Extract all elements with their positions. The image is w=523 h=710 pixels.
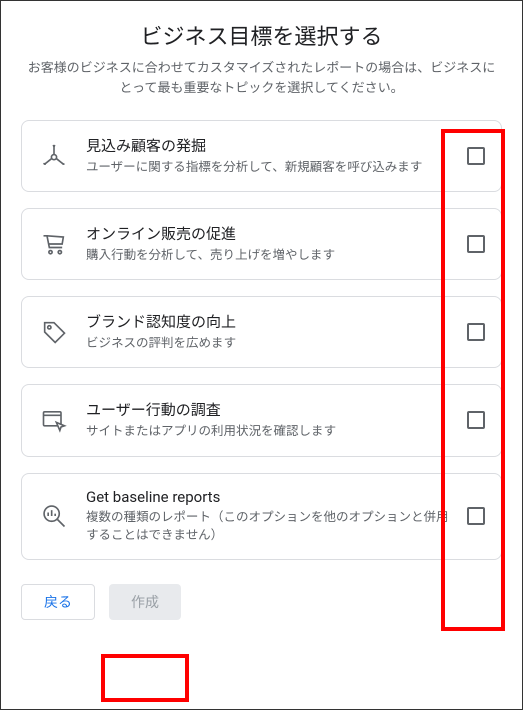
option-text: Get baseline reports 複数の種類のレポート（このオプションを… <box>72 488 467 545</box>
option-text: オンライン販売の促進 購入行動を分析して、売り上げを増やします <box>72 223 467 265</box>
option-title: Get baseline reports <box>86 488 455 506</box>
tag-icon <box>36 314 72 350</box>
option-checkbox[interactable] <box>467 411 485 429</box>
page-subtitle: お客様のビジネスに合わせてカスタマイズされたレポートの場合は、ビジネスにとって最… <box>21 59 502 98</box>
option-text: 見込み顧客の発掘 ユーザーに関する指標を分析して、新規顧客を呼び込みます <box>72 135 467 177</box>
option-desc: 複数の種類のレポート（このオプションを他のオプションと併用することはできません） <box>86 509 455 545</box>
options-list: 見込み顧客の発掘 ユーザーに関する指標を分析して、新規顧客を呼び込みます オンラ… <box>21 120 502 560</box>
option-sales[interactable]: オンライン販売の促進 購入行動を分析して、売り上げを増やします <box>21 208 502 280</box>
option-desc: サイトまたはアプリの利用状況を確認します <box>86 423 455 441</box>
option-desc: ビジネスの評判を広めます <box>86 335 455 353</box>
option-baseline[interactable]: Get baseline reports 複数の種類のレポート（このオプションを… <box>21 473 502 560</box>
option-brand[interactable]: ブランド認知度の向上 ビジネスの評判を広めます <box>21 296 502 368</box>
option-checkbox[interactable] <box>467 323 485 341</box>
page-title: ビジネス目標を選択する <box>21 19 502 51</box>
option-title: オンライン販売の促進 <box>86 223 455 244</box>
option-desc: ユーザーに関する指標を分析して、新規顧客を呼び込みます <box>86 159 455 177</box>
option-behavior[interactable]: ユーザー行動の調査 サイトまたはアプリの利用状況を確認します <box>21 384 502 456</box>
form-container: ビジネス目標を選択する お客様のビジネスに合わせてカスタマイズされたレポートの場… <box>1 1 522 560</box>
option-leads[interactable]: 見込み顧客の発掘 ユーザーに関する指標を分析して、新規顧客を呼び込みます <box>21 120 502 192</box>
option-checkbox[interactable] <box>467 147 485 165</box>
option-text: ユーザー行動の調査 サイトまたはアプリの利用状況を確認します <box>72 399 467 441</box>
analytics-search-icon <box>36 498 72 534</box>
option-title: ブランド認知度の向上 <box>86 311 455 332</box>
highlight-create-button <box>101 654 189 702</box>
leads-icon <box>36 138 72 174</box>
option-title: ユーザー行動の調査 <box>86 399 455 420</box>
option-checkbox[interactable] <box>467 235 485 253</box>
back-button[interactable]: 戻る <box>21 584 95 620</box>
window-cursor-icon <box>36 402 72 438</box>
option-title: 見込み顧客の発掘 <box>86 135 455 156</box>
option-desc: 購入行動を分析して、売り上げを増やします <box>86 247 455 265</box>
option-text: ブランド認知度の向上 ビジネスの評判を広めます <box>72 311 467 353</box>
create-button[interactable]: 作成 <box>109 584 181 620</box>
footer-actions: 戻る 作成 <box>1 560 522 638</box>
cart-icon <box>36 226 72 262</box>
option-checkbox[interactable] <box>467 507 485 525</box>
